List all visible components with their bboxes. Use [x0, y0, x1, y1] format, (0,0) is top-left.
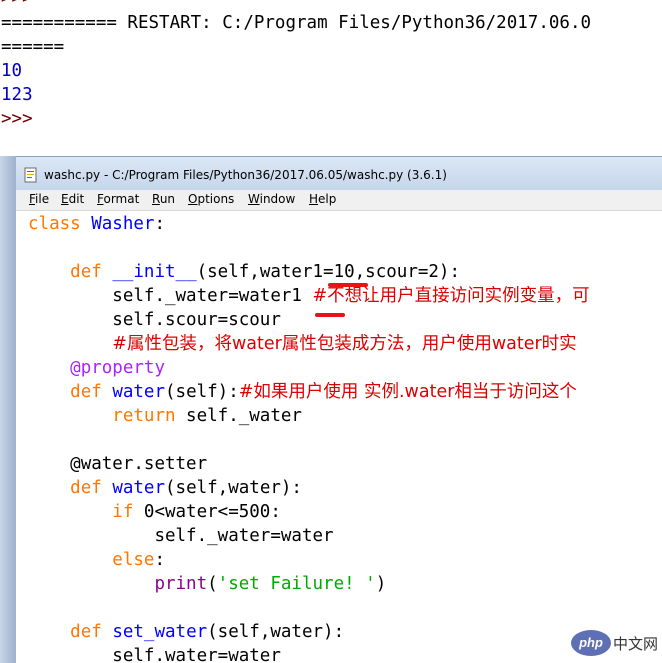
code-line: return self._water	[112, 406, 302, 426]
code-line: self.scour=scour	[112, 310, 281, 330]
menu-format[interactable]: Format	[97, 192, 139, 206]
code-line: def water(self):#如果用户使用 实例.water相当于访问这个	[70, 382, 577, 402]
code-line: if 0<water<=500:	[112, 502, 281, 522]
code-line: self.water=water	[112, 646, 281, 663]
shell-prompt[interactable]: >>>	[1, 107, 33, 131]
code-line: else:	[112, 550, 165, 570]
php-logo-icon: php	[571, 630, 611, 656]
menu-file[interactable]: File	[29, 192, 49, 206]
shell-output-line: 10	[1, 61, 23, 81]
restart-banner: =========== RESTART: C:/Program Files/Py…	[1, 13, 592, 33]
watermark: php 中文网	[571, 628, 659, 658]
code-line: print('set Failure! ')	[154, 574, 387, 594]
code-line: def __init__(self,water1=10,scour=2):	[70, 262, 461, 282]
idle-editor-window: washc.py - C:/Program Files/Python36/201…	[16, 156, 662, 663]
code-line: #属性包装，将water属性包装成方法，用户使用water时实	[112, 334, 577, 354]
menu-bar: File Edit Format Run Options Window Help	[16, 190, 662, 211]
title-bar[interactable]: washc.py - C:/Program Files/Python36/201…	[16, 156, 662, 191]
shell-prompt-partial: >>>	[1, 0, 33, 10]
code-line: def water(self,water):	[70, 478, 302, 498]
python-file-icon	[24, 167, 37, 183]
code-line: self._water=water	[154, 526, 334, 546]
menu-edit[interactable]: Edit	[61, 192, 84, 206]
window-title: washc.py - C:/Program Files/Python36/201…	[44, 168, 447, 182]
menu-run[interactable]: Run	[152, 192, 175, 206]
annotation-underline	[328, 283, 368, 287]
code-line: @water.setter	[70, 454, 208, 474]
annotation-underline	[315, 313, 345, 317]
restart-banner-tail: ======	[1, 37, 65, 57]
code-line: @property	[70, 358, 165, 378]
code-editor[interactable]: class Washer: def __init__(self,water1=1…	[16, 211, 662, 663]
shell-output-line: 123	[1, 85, 33, 105]
menu-help[interactable]: Help	[309, 192, 336, 206]
code-line: self._water=water1 #不想让用户直接访问实例变量，可	[112, 286, 590, 306]
window-frame-left	[0, 156, 16, 663]
menu-window[interactable]: Window	[248, 192, 295, 206]
python-shell-output[interactable]: >>> =========== RESTART: C:/Program File…	[0, 0, 662, 150]
code-line: class Washer:	[28, 214, 165, 234]
menu-options[interactable]: Options	[188, 192, 234, 206]
watermark-text: 中文网	[613, 635, 659, 653]
code-line: def set_water(self,water):	[70, 622, 345, 642]
